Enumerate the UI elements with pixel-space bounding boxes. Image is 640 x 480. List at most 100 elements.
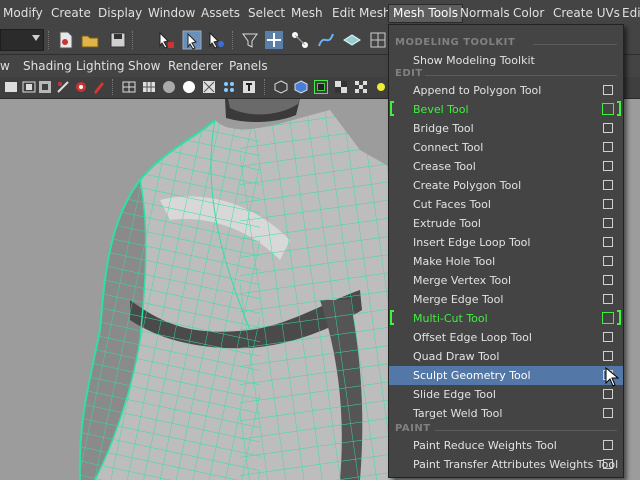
menu-item-create-polygon-tool[interactable]: Create Polygon Tool xyxy=(389,176,623,195)
checker-icon[interactable] xyxy=(354,80,368,94)
panel-menu-shading[interactable]: Shading xyxy=(23,59,72,73)
menu-edit-uvs[interactable]: Edi xyxy=(622,5,640,22)
menu-item-label: Crease Tool xyxy=(413,160,476,173)
option-box-icon[interactable] xyxy=(602,103,614,115)
film-gate-icon[interactable] xyxy=(4,80,18,94)
option-box-icon[interactable] xyxy=(603,85,613,95)
select-component-icon[interactable] xyxy=(206,30,226,50)
filter-icon[interactable] xyxy=(240,30,260,50)
smooth-shade-icon[interactable] xyxy=(142,80,156,94)
option-box-icon[interactable] xyxy=(603,218,613,228)
new-scene-icon[interactable] xyxy=(56,30,76,50)
option-box-icon[interactable] xyxy=(603,440,613,450)
option-box-icon[interactable] xyxy=(603,389,613,399)
menu-modify[interactable]: Modify xyxy=(3,5,43,22)
option-box-icon[interactable] xyxy=(603,294,613,304)
shaded-sphere-icon[interactable] xyxy=(182,80,196,94)
menu-item-cut-faces-tool[interactable]: Cut Faces Tool xyxy=(389,195,623,214)
light-icon[interactable] xyxy=(374,80,388,94)
menu-item-extrude-tool[interactable]: Extrude Tool xyxy=(389,214,623,233)
open-scene-icon[interactable] xyxy=(80,30,100,50)
snap-surface-icon[interactable] xyxy=(368,30,388,50)
menu-item-label: Create Polygon Tool xyxy=(413,179,522,192)
panel-menu-view[interactable]: w xyxy=(0,59,10,73)
menu-color[interactable]: Color xyxy=(513,5,544,22)
menu-window[interactable]: Window xyxy=(148,5,195,22)
option-box-icon[interactable] xyxy=(603,459,613,469)
text-overlay-icon[interactable] xyxy=(242,80,256,94)
menu-item-offset-edge-loop-tool[interactable]: Offset Edge Loop Tool xyxy=(389,328,623,347)
section-paint: PAINT xyxy=(395,423,617,437)
menu-item-sculpt-geometry-tool[interactable]: Sculpt Geometry Tool xyxy=(389,366,623,385)
option-box-icon[interactable] xyxy=(603,237,613,247)
safe-action-icon[interactable] xyxy=(74,80,88,94)
resolution-gate-icon[interactable] xyxy=(22,80,36,94)
menu-item-bevel-tool[interactable]: Bevel Tool xyxy=(389,100,623,119)
option-box-icon[interactable] xyxy=(603,161,613,171)
menu-item-paint-transfer-attributes-weights-tool[interactable]: Paint Transfer Attributes Weights Tool xyxy=(389,455,623,474)
menu-item-quad-draw-tool[interactable]: Quad Draw Tool xyxy=(389,347,623,366)
option-box-icon[interactable] xyxy=(603,199,613,209)
option-box-icon[interactable] xyxy=(603,408,613,418)
menu-create[interactable]: Create xyxy=(51,5,91,22)
mesh-tools-menu: MODELING TOOLKIT Show Modeling Toolkit E… xyxy=(388,24,624,478)
menu-item-label: Sculpt Geometry Tool xyxy=(413,369,531,382)
snap-curve-icon[interactable] xyxy=(290,30,310,50)
menu-normals[interactable]: Normals xyxy=(460,5,510,22)
menu-item-target-weld-tool[interactable]: Target Weld Tool xyxy=(389,404,623,423)
menu-edit-mesh[interactable]: Edit Mesh xyxy=(332,5,391,22)
menu-create-uvs[interactable]: Create UVs xyxy=(553,5,620,22)
menu-item-multi-cut-tool[interactable]: Multi-Cut Tool xyxy=(389,309,623,328)
select-object-icon[interactable] xyxy=(182,30,202,50)
menu-item-slide-edge-tool[interactable]: Slide Edge Tool xyxy=(389,385,623,404)
panel-menu-show[interactable]: Show xyxy=(128,59,160,73)
snap-grid-icon[interactable] xyxy=(264,30,284,50)
main-menubar: Modify Create Display Window Assets Sele… xyxy=(0,0,640,27)
menu-item-crease-tool[interactable]: Crease Tool xyxy=(389,157,623,176)
backface-icon[interactable] xyxy=(334,80,348,94)
menu-select[interactable]: Select xyxy=(248,5,285,22)
default-material-icon[interactable] xyxy=(162,80,176,94)
gate-mask-icon[interactable] xyxy=(38,80,52,94)
snap-point-icon[interactable] xyxy=(316,30,336,50)
menu-item-merge-edge-tool[interactable]: Merge Edge Tool xyxy=(389,290,623,309)
menu-item-make-hole-tool[interactable]: Make Hole Tool xyxy=(389,252,623,271)
snap-plane-icon[interactable] xyxy=(342,30,362,50)
option-box-icon[interactable] xyxy=(603,256,613,266)
select-hierarchy-icon[interactable] xyxy=(156,30,176,50)
option-box-icon[interactable] xyxy=(603,180,613,190)
menu-item-label: Bevel Tool xyxy=(413,103,469,116)
option-box-icon[interactable] xyxy=(603,351,613,361)
menu-item-merge-vertex-tool[interactable]: Merge Vertex Tool xyxy=(389,271,623,290)
menu-mesh[interactable]: Mesh xyxy=(291,5,323,22)
menu-item-bridge-tool[interactable]: Bridge Tool xyxy=(389,119,623,138)
menu-assets[interactable]: Assets xyxy=(201,5,240,22)
field-chart-icon[interactable] xyxy=(56,80,70,94)
menu-item-connect-tool[interactable]: Connect Tool xyxy=(389,138,623,157)
texture-icon[interactable] xyxy=(222,80,236,94)
option-box-icon[interactable] xyxy=(603,275,613,285)
xray-icon[interactable] xyxy=(202,80,216,94)
menu-display[interactable]: Display xyxy=(98,5,142,22)
section-divider xyxy=(435,430,617,431)
menu-item-paint-reduce-weights-tool[interactable]: Paint Reduce Weights Tool xyxy=(389,436,623,455)
section-title: MODELING TOOLKIT xyxy=(395,37,516,48)
menu-set-dropdown[interactable] xyxy=(0,29,44,51)
option-box-icon[interactable] xyxy=(603,123,613,133)
panel-menu-panels[interactable]: Panels xyxy=(229,59,268,73)
menu-item-append-to-polygon-tool[interactable]: Append to Polygon Tool xyxy=(389,81,623,100)
wireframe-icon[interactable] xyxy=(122,80,136,94)
menu-item-insert-edge-loop-tool[interactable]: Insert Edge Loop Tool xyxy=(389,233,623,252)
panel-menu-lighting[interactable]: Lighting xyxy=(76,59,125,73)
active-bracket-left-icon xyxy=(390,101,394,116)
panel-menu-renderer[interactable]: Renderer xyxy=(168,59,223,73)
safe-title-icon[interactable] xyxy=(92,80,106,94)
isolate-select-icon[interactable] xyxy=(274,80,288,94)
save-scene-icon[interactable] xyxy=(108,30,128,50)
option-box-icon[interactable] xyxy=(603,332,613,342)
option-box-icon[interactable] xyxy=(603,142,613,152)
option-box-icon[interactable] xyxy=(602,312,614,324)
xray-joints-icon[interactable] xyxy=(314,80,328,94)
menu-mesh-tools[interactable]: Mesh Tools xyxy=(388,4,463,23)
cube-icon[interactable] xyxy=(294,80,308,94)
